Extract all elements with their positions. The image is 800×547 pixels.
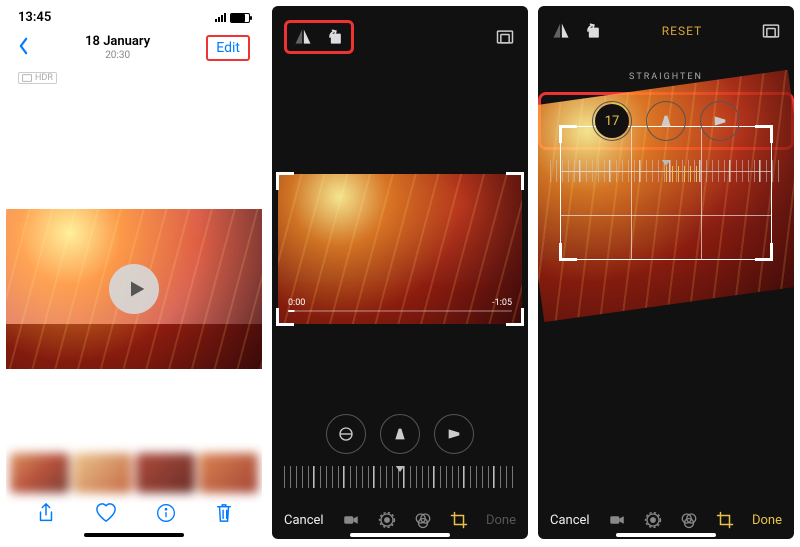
editor-top-bar xyxy=(272,6,528,64)
video-preview[interactable] xyxy=(6,209,262,369)
crop-mode-icon[interactable] xyxy=(716,511,734,529)
trim-times: 0:00 -1:05 xyxy=(288,298,512,308)
trim-scrubber[interactable] xyxy=(288,310,512,312)
done-button[interactable]: Done xyxy=(752,513,782,528)
crop-frame[interactable] xyxy=(560,126,772,260)
cancel-button[interactable]: Cancel xyxy=(284,513,324,528)
aspect-ratio-icon[interactable] xyxy=(494,26,516,48)
ruler-pointer xyxy=(395,466,405,472)
crop-stage[interactable]: 0:00 -1:05 xyxy=(278,174,522,324)
rotate-icon[interactable] xyxy=(582,20,604,42)
rotate-icon[interactable] xyxy=(324,26,346,48)
angle-ruler[interactable] xyxy=(550,160,782,182)
straighten-editor-screen: RESET STRAIGHTEN 17 Ca xyxy=(538,6,794,539)
heart-icon[interactable] xyxy=(95,503,117,526)
horizontal-perspective-button[interactable] xyxy=(434,414,474,454)
flip-horizontal-icon[interactable] xyxy=(550,20,572,42)
cancel-button[interactable]: Cancel xyxy=(550,513,590,528)
straighten-value: 17 xyxy=(595,104,629,138)
filters-mode-icon[interactable] xyxy=(680,511,698,529)
video-mode-icon[interactable] xyxy=(342,511,360,529)
highlight-flip-rotate xyxy=(284,20,354,54)
hdr-label: HDR xyxy=(35,73,53,83)
signal-icon xyxy=(215,13,226,22)
done-button[interactable]: Done xyxy=(486,513,516,528)
straighten-dial-button[interactable] xyxy=(326,414,366,454)
trash-icon[interactable] xyxy=(215,502,233,527)
flip-horizontal-icon[interactable] xyxy=(292,26,314,48)
crop-editor-screen: 0:00 -1:05 Cancel Done xyxy=(272,6,528,539)
status-bar: 13:45 xyxy=(6,6,262,29)
photos-viewer-screen: 13:45 18 January 20:30 Edit HDR xyxy=(6,6,262,539)
hdr-badge: HDR xyxy=(18,72,57,84)
edit-button[interactable]: Edit xyxy=(206,35,250,61)
editor-top-bar: RESET xyxy=(538,6,794,52)
adjust-label: STRAIGHTEN xyxy=(538,72,794,82)
status-time: 13:45 xyxy=(18,10,51,25)
share-icon[interactable] xyxy=(36,502,56,527)
adjust-circles xyxy=(272,414,528,454)
ruler-pointer xyxy=(661,160,671,166)
ruler-fill xyxy=(666,166,698,182)
trim-start: 0:00 xyxy=(288,298,305,308)
horizontal-perspective-button[interactable] xyxy=(700,101,740,141)
battery-icon xyxy=(230,13,250,23)
adjust-mode-icon[interactable] xyxy=(378,511,396,529)
back-button[interactable] xyxy=(18,36,29,60)
home-indicator[interactable] xyxy=(616,533,716,537)
trim-end: -1:05 xyxy=(492,298,512,308)
mode-switcher xyxy=(608,511,734,529)
filters-mode-icon[interactable] xyxy=(414,511,432,529)
vertical-perspective-button[interactable] xyxy=(646,101,686,141)
bottom-toolbar xyxy=(6,498,262,531)
adjust-mode-icon[interactable] xyxy=(644,511,662,529)
editor-bottom-bar: Cancel Done xyxy=(272,511,528,529)
home-indicator[interactable] xyxy=(350,533,450,537)
angle-ruler[interactable] xyxy=(284,466,516,488)
hdr-row: HDR xyxy=(6,67,262,89)
title: 18 January 20:30 xyxy=(85,35,150,61)
home-indicator[interactable] xyxy=(84,533,184,537)
mode-switcher xyxy=(342,511,468,529)
editor-bottom-bar: Cancel Done xyxy=(538,511,794,529)
play-button[interactable] xyxy=(109,264,159,314)
video-mode-icon[interactable] xyxy=(608,511,626,529)
grid-overlay xyxy=(561,127,771,259)
status-indicators xyxy=(215,13,250,23)
title-time: 20:30 xyxy=(85,50,150,62)
aspect-ratio-icon[interactable] xyxy=(760,20,782,42)
info-icon[interactable] xyxy=(156,503,176,526)
thumbnail-strip[interactable] xyxy=(6,453,262,493)
crop-mode-icon[interactable] xyxy=(450,511,468,529)
title-date: 18 January xyxy=(85,35,150,50)
vertical-perspective-button[interactable] xyxy=(380,414,420,454)
nav-bar: 18 January 20:30 Edit xyxy=(6,29,262,67)
straighten-value-button[interactable]: 17 xyxy=(592,101,632,141)
reset-button[interactable]: RESET xyxy=(604,24,760,38)
